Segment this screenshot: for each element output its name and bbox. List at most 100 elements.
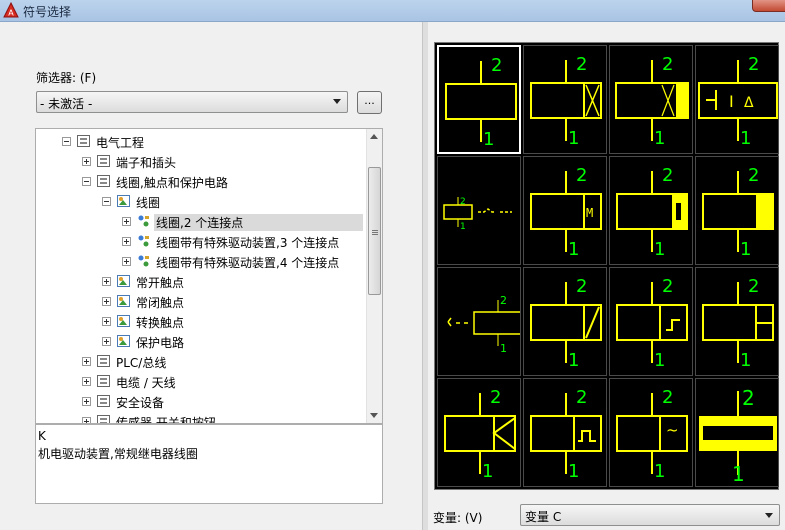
- svg-text:1: 1: [740, 239, 751, 260]
- group-icon: [116, 194, 131, 208]
- svg-text:1: 1: [568, 128, 579, 149]
- expand-icon[interactable]: [102, 337, 111, 346]
- tree-node[interactable]: 安全设备: [36, 392, 368, 410]
- filter-browse-button[interactable]: ...: [357, 91, 382, 114]
- symbol-grid: 2 1 2 1 2 1 I Δ 2 1 2 1 M 2 1 2 1 2 1 2 1 2 1 2 1 2 1 2 1 2 1 ~2 1 2 1: [434, 42, 779, 490]
- collapse-icon[interactable]: [102, 197, 111, 206]
- expand-icon[interactable]: [122, 217, 131, 226]
- collapse-icon[interactable]: [62, 137, 71, 146]
- symbol-coil-plain-icon[interactable]: 21: [437, 45, 521, 154]
- symbol-coil-tilde-icon[interactable]: ~2 1: [609, 378, 693, 487]
- scroll-down-icon[interactable]: [370, 413, 378, 418]
- symbol-coil-small-wave-icon[interactable]: 21: [437, 156, 521, 265]
- tree-node-label: 线圈,触点和保护电路: [116, 176, 228, 190]
- tree-node[interactable]: 常开触点: [36, 272, 368, 290]
- symbol-tree[interactable]: 电气工程 端子和插头 线圈,触点和保护电路 线圈 线圈,2 个连接点 线圈带有特殊驱动装置…: [35, 128, 383, 424]
- grip-icon: [372, 230, 378, 231]
- svg-text:1: 1: [460, 222, 466, 232]
- tree-node[interactable]: 线圈带有特殊驱动装置,3 个连接点: [36, 232, 368, 250]
- variant-value: 变量 C: [525, 510, 562, 524]
- expand-icon[interactable]: [122, 257, 131, 266]
- svg-text:1: 1: [568, 239, 579, 260]
- svg-text:I: I: [729, 92, 734, 111]
- tree-node[interactable]: 常闭触点: [36, 292, 368, 310]
- catalog-icon: [96, 154, 111, 168]
- symbol-coil-small-arrow-icon[interactable]: 21: [437, 267, 521, 376]
- group-icon: [116, 314, 131, 328]
- catalog-icon: [76, 134, 91, 148]
- svg-text:2: 2: [460, 197, 466, 207]
- tree-node[interactable]: 保护电路: [36, 332, 368, 350]
- app-logo-icon: A: [3, 2, 19, 18]
- tree-node-label: 线圈带有特殊驱动装置,3 个连接点: [156, 236, 340, 250]
- svg-text:2: 2: [491, 55, 502, 76]
- svg-text:1: 1: [732, 462, 745, 486]
- tree-scrollbar[interactable]: [366, 129, 382, 423]
- svg-text:2: 2: [662, 165, 673, 186]
- tree-node-label: 传感器 开关和按钮: [116, 416, 216, 424]
- expand-icon[interactable]: [82, 417, 91, 423]
- symbol-coil-triangle-icon[interactable]: 21: [437, 378, 521, 487]
- expand-icon[interactable]: [102, 297, 111, 306]
- symbol-coil-step-icon[interactable]: 21: [609, 267, 693, 376]
- tree-node[interactable]: PLC/总线: [36, 352, 368, 370]
- tree-node[interactable]: 线圈带有特殊驱动装置,4 个连接点: [36, 252, 368, 270]
- svg-text:2: 2: [576, 276, 587, 297]
- svg-text:A: A: [8, 9, 14, 18]
- tree-node[interactable]: 传感器 开关和按钮: [36, 412, 368, 424]
- symbol-coil-filled-end-icon[interactable]: 21: [695, 156, 779, 265]
- scroll-up-icon[interactable]: [370, 134, 378, 139]
- tree-node[interactable]: 线圈: [36, 192, 368, 210]
- expand-icon[interactable]: [102, 317, 111, 326]
- tree-node[interactable]: 线圈,触点和保护电路: [36, 172, 368, 190]
- expand-icon[interactable]: [82, 377, 91, 386]
- tree-node[interactable]: 电缆 / 天线: [36, 372, 368, 390]
- chevron-down-icon: [333, 99, 341, 104]
- svg-text:2: 2: [748, 54, 759, 75]
- scroll-thumb[interactable]: [368, 167, 381, 295]
- svg-text:Δ: Δ: [744, 95, 754, 111]
- svg-text:1: 1: [654, 350, 665, 371]
- expand-icon[interactable]: [82, 357, 91, 366]
- symbol-coil-delta-icon[interactable]: IΔ 2 1: [695, 45, 779, 154]
- symbol-coil-cross-icon[interactable]: 21: [523, 45, 607, 154]
- tree-node[interactable]: 电气工程: [36, 132, 368, 150]
- svg-text:2: 2: [490, 387, 501, 408]
- catalog-icon: [96, 354, 111, 368]
- expand-icon[interactable]: [82, 157, 91, 166]
- close-button[interactable]: [752, 0, 785, 12]
- svg-text:1: 1: [740, 128, 751, 149]
- symbol-coil-m-icon[interactable]: M 2 1: [523, 156, 607, 265]
- catalog-icon: [96, 174, 111, 188]
- filter-dropdown[interactable]: - 未激活 -: [36, 91, 348, 113]
- collapse-icon[interactable]: [82, 177, 91, 186]
- variant-dropdown[interactable]: 变量 C: [520, 504, 780, 526]
- symbol-icon: [136, 254, 151, 268]
- catalog-icon: [96, 414, 111, 423]
- symbol-coil-cross-filled-icon[interactable]: 21: [609, 45, 693, 154]
- title-bar: A 符号选择: [0, 0, 785, 22]
- expand-icon[interactable]: [102, 277, 111, 286]
- filter-value: - 未激活 -: [40, 97, 93, 111]
- symbol-coil-diagonal-icon[interactable]: 21: [523, 267, 607, 376]
- tree-node[interactable]: 线圈,2 个连接点: [36, 212, 368, 231]
- symbol-coil-filled-bar-icon[interactable]: 21: [609, 156, 693, 265]
- symbol-icon: [136, 214, 151, 228]
- catalog-icon: [96, 394, 111, 408]
- expand-icon[interactable]: [82, 397, 91, 406]
- catalog-icon: [96, 374, 111, 388]
- tree-node[interactable]: 端子和插头: [36, 152, 368, 170]
- tree-node[interactable]: 转换触点: [36, 312, 368, 330]
- tree-node-label: 常闭触点: [136, 296, 185, 310]
- svg-text:1: 1: [500, 342, 507, 355]
- tree-node-label: 线圈: [136, 196, 161, 210]
- tree-node-label: 常开触点: [136, 276, 185, 290]
- svg-text:2: 2: [748, 165, 759, 186]
- symbol-coil-grid-icon[interactable]: 21: [695, 267, 779, 376]
- group-icon: [116, 294, 131, 308]
- svg-text:1: 1: [654, 239, 665, 260]
- expand-icon[interactable]: [122, 237, 131, 246]
- symbol-coil-wide-filled-icon[interactable]: 21: [695, 378, 779, 487]
- symbol-coil-pulse-icon[interactable]: 21: [523, 378, 607, 487]
- svg-text:2: 2: [500, 294, 507, 307]
